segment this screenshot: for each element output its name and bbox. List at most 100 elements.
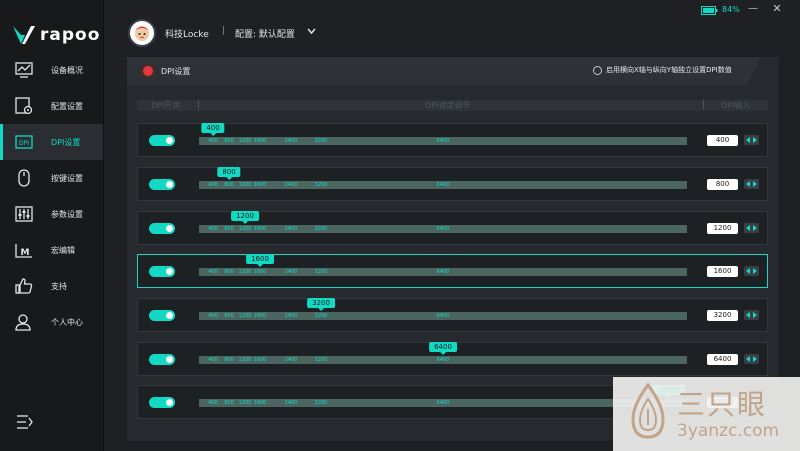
arrow-left-icon[interactable] [745,356,750,362]
dpi-slider-handle[interactable]: 6400 [429,342,457,355]
dpi-enable-switch[interactable] [149,266,175,277]
dpi-row[interactable]: 400 800 1200 1600 2400 3200 6400 800 [137,167,768,201]
dpi-value-input[interactable] [707,179,738,190]
avatar-face-icon [134,26,150,41]
sidebar-item-device-overview[interactable]: 设备概况 [0,52,103,88]
column-dpi-switch: DPI开关 [151,101,181,110]
user-name: 科技Locke [165,30,209,40]
dpi-enable-switch[interactable] [149,223,175,234]
slider-tick-label: 1200 [238,357,252,363]
slider-tick-label: 800 [224,313,234,319]
arrow-left-icon[interactable] [745,181,750,187]
switch-knob [166,312,173,319]
dpi-stepper[interactable] [744,310,759,320]
dpi-value-input[interactable] [707,354,738,365]
slider-tick-label: 2400 [284,357,298,363]
record-dot-icon [143,66,153,76]
sidebar-item-profile[interactable]: 个人中心 [0,304,103,340]
sidebar-item-buttons[interactable]: 按键设置 [0,160,103,196]
sidebar-item-support[interactable]: 支持 [0,268,103,304]
dpi-slider-handle[interactable]: 800 [217,167,241,180]
slider-tick-label: 6400 [436,400,450,406]
arrow-right-icon[interactable] [753,225,758,231]
arrow-right-icon[interactable] [753,137,758,143]
slider-tick-label: 400 [208,400,218,406]
arrow-left-icon[interactable] [745,225,750,231]
dpi-row[interactable]: 400 800 1200 1600 2400 3200 6400 1200 [137,211,768,245]
slider-tick-label: 800 [224,226,234,232]
dpi-slider-handle[interactable]: 1200 [231,211,259,224]
slider-tick-label: 1600 [253,182,267,188]
dpi-enable-switch[interactable] [149,354,175,365]
arrow-right-icon[interactable] [753,181,758,187]
radio-button[interactable] [593,65,602,75]
dpi-value-input[interactable] [707,135,738,146]
dpi-stepper[interactable] [744,223,759,233]
dpi-enable-switch[interactable] [149,397,175,408]
slider-tick-label: 3200 [314,138,328,144]
brand-logo: rapoo [12,22,100,48]
dpi-row[interactable]: 400 800 1200 1600 2400 3200 6400 1600 [137,254,768,288]
sidebar-item-params[interactable]: 参数设置 [0,196,103,232]
sidebar-item-label: 参数设置 [51,209,83,219]
dpi-stepper[interactable] [744,179,759,189]
slider-tick-label: 400 [208,182,218,188]
sidebar-item-label: 设备概况 [51,65,83,75]
arrow-right-icon[interactable] [753,356,758,362]
arrow-right-icon[interactable] [753,312,758,318]
sidebar: rapoo 设备概况 配置设置 DPI DPI设置 按键设置 参数设置 M 宏编… [0,0,104,451]
watermark-url: 3yanzc.com [677,421,780,441]
dpi-row[interactable]: 400 800 1200 1600 2400 3200 6400 400 [137,123,768,157]
dpi-enable-switch[interactable] [149,310,175,321]
rapoo-logo-icon [13,26,35,44]
independent-xy-toggle[interactable]: 启用横向X轴与纵向Y轴独立设置DPI数值 [593,65,732,75]
slider-tick-label: 2400 [284,182,298,188]
slider-tick-label: 1600 [253,313,267,319]
chevron-down-icon[interactable] [307,27,316,35]
column-header: DPI开关 DPI速度调节 DPI输入 [137,100,768,111]
switch-knob [166,399,173,406]
dpi-stepper[interactable] [744,354,759,364]
dpi-slider-handle[interactable]: 3200 [307,298,335,311]
mouse-icon [18,169,30,187]
config-selector-label[interactable]: 配置: 默认配置 [235,27,295,40]
sidebar-item-dpi[interactable]: DPI DPI设置 [0,124,103,160]
slider-tick-label: 1600 [253,269,267,275]
slider-tick-label: 6400 [436,138,450,144]
sidebar-item-macro[interactable]: M 宏编辑 [0,232,103,268]
dpi-value-input[interactable] [707,223,738,234]
dpi-stepper[interactable] [744,266,759,276]
dpi-slider-handle[interactable]: 1600 [246,254,274,267]
slider-tick-label: 3200 [314,357,328,363]
arrow-left-icon[interactable] [745,312,750,318]
minimize-button[interactable]: — [747,3,759,15]
slider-tick-label: 800 [224,138,234,144]
arrow-left-icon[interactable] [745,137,750,143]
dpi-stepper[interactable] [744,135,759,145]
arrow-right-icon[interactable] [753,268,758,274]
sidebar-item-config[interactable]: 配置设置 [0,88,103,124]
slider-tick-label: 6400 [436,313,450,319]
slider-tick-label: 2400 [284,400,298,406]
menu-collapse-icon[interactable] [16,414,34,430]
switch-knob [166,268,173,275]
avatar[interactable] [128,19,156,47]
slider-tick-label: 6400 [436,226,450,232]
panel-header: DPI设置 启用横向X轴与纵向Y轴独立设置DPI数值 [127,57,779,85]
dpi-value-input[interactable] [707,310,738,321]
dpi-row[interactable]: 400 800 1200 1600 2400 3200 6400 6400 [137,342,768,376]
arrow-left-icon[interactable] [745,268,750,274]
dpi-enable-switch[interactable] [149,135,175,146]
slider-tick-label: 2400 [284,226,298,232]
dpi-value-input[interactable] [707,266,738,277]
dpi-row[interactable]: 400 800 1200 1600 2400 3200 6400 3200 [137,298,768,332]
sliders-icon [15,206,33,222]
close-button[interactable]: ✕ [771,3,783,15]
watermark-logo-icon [631,383,665,439]
slider-tick-label: 3200 [314,226,328,232]
sidebar-item-label: 按键设置 [51,173,83,183]
dpi-enable-switch[interactable] [149,179,175,190]
dpi-slider-handle[interactable]: 400 [201,123,225,136]
slider-tick-label: 800 [224,400,234,406]
header-separator: | [222,26,226,36]
